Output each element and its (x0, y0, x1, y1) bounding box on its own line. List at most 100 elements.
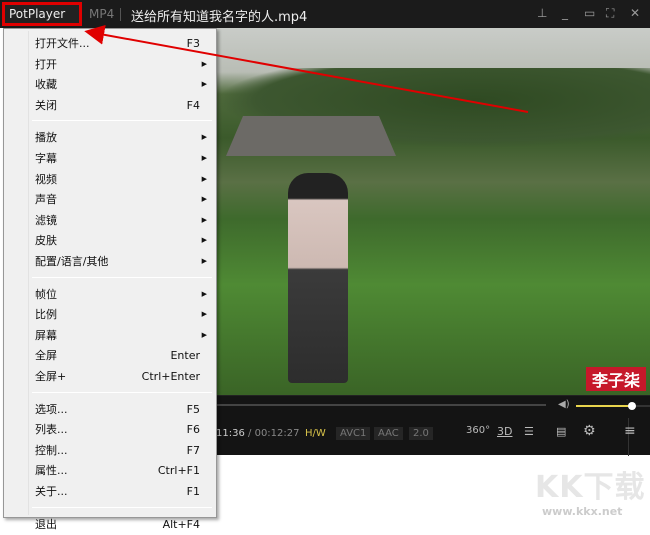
menu-item[interactable]: 列表... F6 (6, 419, 214, 440)
site-watermark-logo: KK下载 (535, 470, 646, 505)
menu-separator (32, 506, 212, 508)
volume-slider[interactable] (576, 402, 650, 410)
volume-knob[interactable] (628, 402, 636, 410)
menu-item-label: 播放 (35, 131, 57, 145)
menu-item-label: 皮肤 (35, 234, 57, 248)
menu-item[interactable]: 全屏+ Ctrl+Enter (6, 366, 214, 387)
volume-icon[interactable]: ◀) (558, 399, 570, 410)
fullscreen-icon[interactable]: ⛶ (606, 6, 614, 21)
menu-item[interactable]: 比例 ▶ (6, 304, 214, 325)
submenu-arrow-icon: ▶ (201, 236, 207, 245)
submenu-arrow-icon: ▶ (201, 174, 207, 183)
time-sep: / (248, 428, 252, 439)
menu-item[interactable]: 字幕 ▶ (6, 148, 214, 169)
menu-item-label: 控制... (35, 443, 68, 457)
menu-item-label: 全屏+ (35, 370, 67, 383)
submenu-arrow-icon: ▶ (201, 80, 207, 89)
menu-item-label: 收藏 (35, 78, 57, 92)
3d-button[interactable]: 3D (497, 425, 512, 438)
menu-item-label: 关闭 (35, 98, 57, 112)
menu-separator (32, 120, 212, 122)
playlist-search-icon[interactable]: ☰ (524, 425, 534, 438)
divider (120, 8, 121, 21)
menu-item[interactable]: 打开 ▶ (6, 54, 214, 75)
menu-item[interactable]: 属性... Ctrl+F1 (6, 460, 214, 481)
menu-item[interactable]: 播放 ▶ (6, 127, 214, 148)
menu-item-label: 选项... (35, 402, 68, 416)
menu-separator (32, 391, 212, 393)
menu-item[interactable]: 选项... F5 (6, 399, 214, 420)
menu-item-shortcut: Ctrl+Enter (141, 370, 200, 383)
submenu-arrow-icon: ▶ (201, 195, 207, 204)
menu-item-shortcut: Enter (170, 349, 200, 363)
video-area[interactable]: 李子柒 (216, 28, 650, 395)
menu-item[interactable]: 皮肤 ▶ (6, 230, 214, 251)
video-codec-badge[interactable]: AVC1 (336, 427, 371, 440)
menu-item-shortcut: Ctrl+F1 (157, 464, 200, 478)
volume-fill (576, 405, 632, 407)
menu-item-label: 关于... (35, 485, 68, 498)
menu-item[interactable]: 视频 ▶ (6, 169, 214, 190)
menu-item-label: 打开文件... (35, 37, 90, 50)
menu-item[interactable]: 全屏 Enter (6, 345, 214, 366)
submenu-arrow-icon: ▶ (201, 330, 207, 339)
hamburger-menu-icon[interactable]: ≡ (624, 423, 636, 439)
menu-item[interactable]: 关于... F1 (6, 481, 214, 502)
menu-item-label: 打开 (35, 57, 57, 71)
potplayer-menu-button[interactable]: PotPlayer ⌄ (2, 2, 82, 35)
menu-item-label: 全屏 (35, 349, 57, 363)
seek-bar[interactable] (216, 404, 546, 406)
menu-item-label: 帧位 (35, 287, 57, 301)
menu-item-label: 字幕 (35, 152, 57, 165)
menu-item-shortcut: F7 (186, 443, 200, 457)
video-watermark: 李子柒 (585, 367, 646, 391)
time-display: 11:36 / 00:12:27 (216, 428, 300, 439)
control-bar: ◀) 11:36 / 00:12:27 H/W AVC1 AAC 2.0 360… (216, 395, 650, 456)
main-context-menu: 打开文件... F3 打开 ▶ 收藏 ▶ 关闭 F4 播放 ▶ 字幕 ▶ 视频 ▶ 声音 ▶ 滤镜 ▶ 皮肤 ▶ 配置/… (3, 28, 217, 531)
menu-item[interactable]: 收藏 ▶ (6, 74, 214, 95)
menu-item[interactable]: 配置/语言/其他 ▶ (6, 251, 214, 272)
menu-item-label: 屏幕 (35, 328, 57, 342)
maximize-icon[interactable]: ▭ (584, 6, 595, 20)
submenu-arrow-icon: ▶ (201, 154, 207, 162)
menu-item[interactable]: 屏幕 ▶ (6, 325, 214, 346)
hw-toggle[interactable]: H/W (305, 428, 326, 439)
title-bar: PotPlayer ⌄ MP4 送给所有知道我名字的人.mp4 ⊥ _ ▭ ⛶ … (0, 0, 650, 35)
chapter-icon[interactable]: ▤ (556, 425, 566, 438)
menu-item[interactable]: 帧位 ▶ (6, 284, 214, 305)
video-scene-house (226, 116, 396, 156)
menu-item-label: 滤镜 (35, 213, 57, 227)
minimize-icon[interactable]: _ (562, 6, 568, 20)
menu-item-shortcut: F1 (186, 485, 200, 498)
menu-item-shortcut: F6 (186, 423, 200, 437)
settings-gear-icon[interactable]: ⚙ (583, 423, 596, 439)
menu-item-label: 视频 (35, 172, 57, 186)
menu-item[interactable]: 打开文件... F3 (6, 33, 214, 54)
menu-item-label: 属性... (35, 464, 68, 478)
submenu-arrow-icon: ▶ (201, 257, 207, 265)
menu-separator (32, 276, 212, 278)
submenu-arrow-icon: ▶ (201, 215, 207, 224)
menu-item-label: 列表... (35, 423, 68, 437)
time-total: 00:12:27 (254, 428, 300, 439)
menu-item[interactable]: 退出 Alt+F4 (6, 514, 214, 535)
menu-item[interactable]: 控制... F7 (6, 440, 214, 461)
menu-item-label: 配置/语言/其他 (35, 255, 109, 268)
menu-item-label: 比例 (35, 308, 57, 322)
format-label: MP4 (89, 7, 115, 21)
menu-item-shortcut: Alt+F4 (162, 517, 200, 531)
vr360-button[interactable]: 360° (466, 425, 490, 436)
menu-item[interactable]: 滤镜 ▶ (6, 210, 214, 231)
menu-item-label: 退出 (35, 517, 57, 531)
menu-item[interactable]: 声音 ▶ (6, 189, 214, 210)
submenu-arrow-icon: ▶ (201, 133, 207, 142)
audio-codec-badge[interactable]: AAC (374, 427, 403, 440)
menu-item-shortcut: F3 (186, 37, 200, 50)
close-icon[interactable]: ✕ (630, 6, 640, 20)
video-scene-person (288, 173, 348, 383)
pin-icon[interactable]: ⊥ (537, 6, 547, 20)
window-title: 送给所有知道我名字的人.mp4 (131, 10, 308, 25)
channels-badge[interactable]: 2.0 (409, 427, 433, 440)
menu-item[interactable]: 关闭 F4 (6, 95, 214, 116)
menu-item-label: 声音 (35, 193, 57, 207)
